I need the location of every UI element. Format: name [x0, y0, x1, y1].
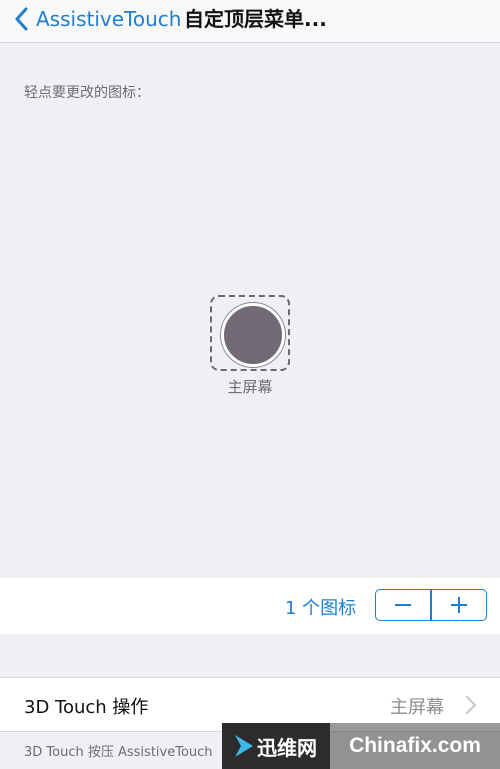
icon-slot-label: 主屏幕	[227, 378, 273, 396]
decrement-button[interactable]	[376, 590, 430, 620]
icon-count-label: 1 个图标	[285, 598, 357, 619]
instruction-text: 轻点要更改的图标：	[24, 85, 150, 101]
arrow-logo-icon	[235, 735, 253, 757]
increment-button[interactable]	[432, 590, 486, 620]
home-button-icon	[221, 303, 285, 367]
chevron-left-icon	[10, 4, 32, 34]
icon-count-stepper	[375, 589, 487, 621]
page-title: 自定顶层菜单...	[184, 7, 327, 31]
icon-count-row: 1 个图标	[0, 578, 500, 634]
watermark-brand: 迅维网	[257, 735, 317, 760]
watermark-brand-block: 迅维网	[222, 723, 330, 769]
icon-slot-home[interactable]	[210, 295, 290, 371]
minus-icon	[395, 604, 412, 606]
3d-touch-value: 主屏幕	[390, 697, 444, 718]
back-button[interactable]: AssistiveTouch	[10, 4, 181, 34]
plus-icon	[450, 597, 467, 613]
3d-touch-label: 3D Touch 操作	[24, 697, 149, 718]
watermark-domain-block: Chinafix.com	[330, 723, 500, 769]
back-button-label: AssistiveTouch	[36, 7, 182, 31]
chevron-right-icon	[465, 695, 477, 715]
footer-description: 3D Touch 按压 AssistiveTouch	[24, 745, 213, 760]
navigation-bar: AssistiveTouch 自定顶层菜单...	[0, 0, 500, 43]
watermark-domain: Chinafix.com	[349, 734, 481, 757]
watermark: 迅维网 Chinafix.com	[222, 723, 500, 769]
